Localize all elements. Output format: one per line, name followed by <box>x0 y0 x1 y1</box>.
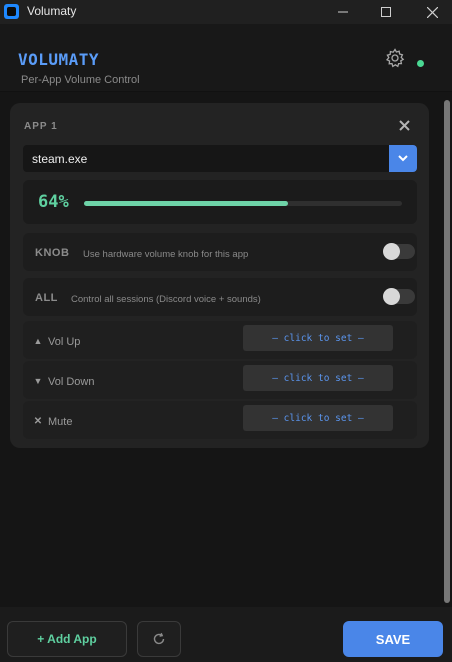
title-bar: Volumaty <box>0 0 452 24</box>
hotkey-row-vol-up: ▲ Vol Up — click to set — <box>23 321 417 359</box>
gear-icon[interactable] <box>385 48 405 68</box>
app-card-label: APP 1 <box>24 121 58 132</box>
maximize-icon <box>381 7 391 17</box>
volume-control: 64% <box>23 180 417 224</box>
all-description: Control all sessions (Discord voice + so… <box>71 294 261 305</box>
knob-option-row: KNOB Use hardware volume knob for this a… <box>23 233 417 271</box>
triangle-down-icon: ▼ <box>33 376 43 386</box>
knob-description: Use hardware volume knob for this app <box>83 249 249 260</box>
mute-x-icon: ✕ <box>33 416 43 427</box>
brand-title: VOLUMATY <box>18 50 100 69</box>
all-toggle-handle <box>383 288 400 305</box>
app-select-dropdown-button[interactable] <box>389 145 417 172</box>
knob-toggle-handle <box>383 243 400 260</box>
close-icon <box>398 120 410 131</box>
app-select-value: steam.exe <box>32 152 88 166</box>
app-select[interactable]: steam.exe <box>23 145 417 172</box>
add-app-button[interactable]: + Add App <box>7 621 127 657</box>
knob-toggle[interactable] <box>383 243 415 260</box>
volume-slider-fill <box>84 201 288 206</box>
all-option-row: ALL Control all sessions (Discord voice … <box>23 278 417 316</box>
chevron-down-icon <box>398 155 408 162</box>
minimize-button[interactable] <box>323 0 363 24</box>
all-toggle[interactable] <box>383 288 415 305</box>
window-title: Volumaty <box>27 4 77 18</box>
status-indicator <box>417 60 424 67</box>
hotkey-label: Vol Up <box>48 336 81 348</box>
refresh-button[interactable] <box>137 621 181 657</box>
hotkey-label: Mute <box>48 416 73 428</box>
hotkey-row-mute: ✕ Mute — click to set — <box>23 401 417 439</box>
minimize-icon <box>338 11 348 13</box>
all-tag: ALL <box>35 292 58 304</box>
volume-value: 64% <box>38 192 69 212</box>
close-window-button[interactable] <box>412 0 452 24</box>
maximize-button[interactable] <box>366 0 406 24</box>
remove-app-button[interactable] <box>396 118 412 134</box>
hotkey-row-vol-down: ▼ Vol Down — click to set — <box>23 361 417 399</box>
refresh-icon <box>153 632 165 645</box>
knob-tag: KNOB <box>35 247 70 259</box>
set-mute-hotkey-button[interactable]: — click to set — <box>243 405 393 431</box>
volume-slider[interactable] <box>84 201 402 206</box>
set-vol-up-hotkey-button[interactable]: — click to set — <box>243 325 393 351</box>
set-vol-down-hotkey-button[interactable]: — click to set — <box>243 365 393 391</box>
app-icon <box>4 4 19 19</box>
scrollbar-thumb[interactable] <box>444 100 450 603</box>
app-header: VOLUMATY Per-App Volume Control <box>0 24 452 92</box>
hotkey-label: Vol Down <box>48 376 95 388</box>
triangle-up-icon: ▲ <box>33 336 43 346</box>
close-icon <box>426 6 438 18</box>
brand-subtitle: Per-App Volume Control <box>21 74 140 86</box>
save-button[interactable]: SAVE <box>343 621 443 657</box>
